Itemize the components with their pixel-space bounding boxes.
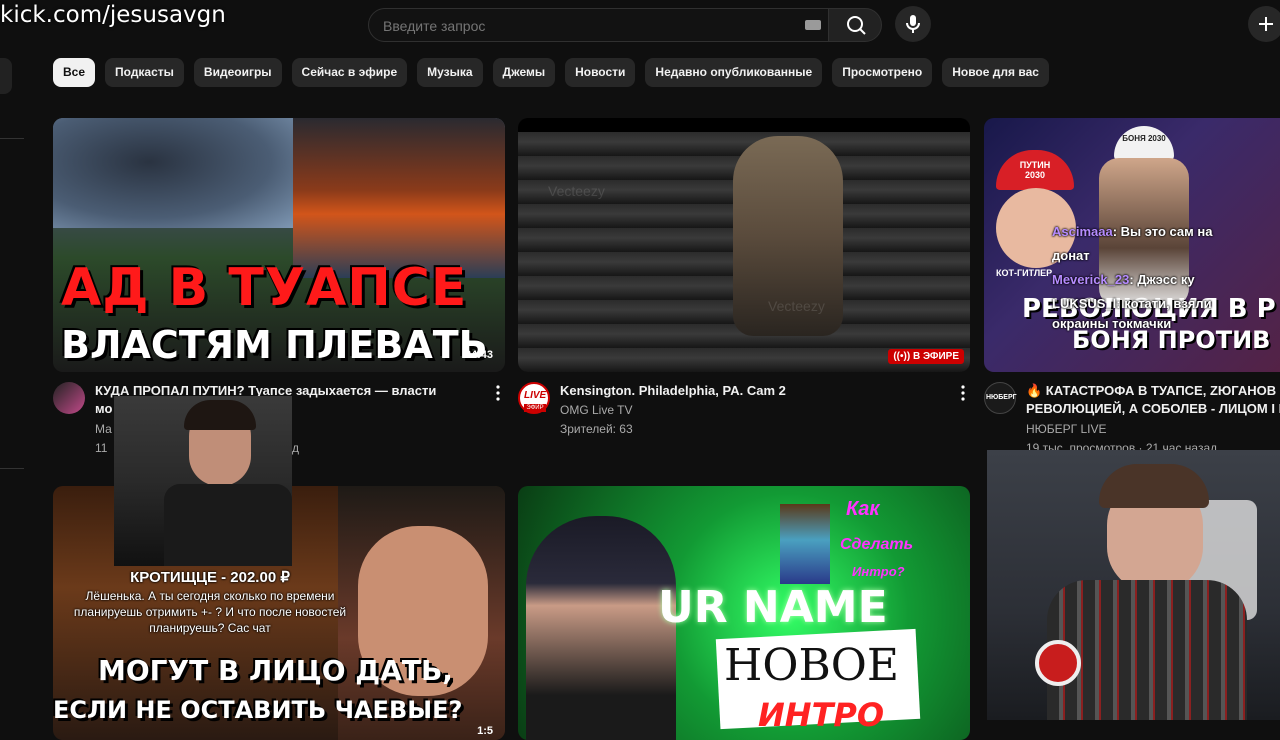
- video-thumbnail[interactable]: АД В ТУАПСЕ ВЛАСТЯМ ПЛЕВАТЬ 24:43: [53, 118, 505, 372]
- video-title[interactable]: 🔥 КАТАСТРОФА В ТУАПСЕ, ZЮГАНОВ П: [1026, 382, 1280, 400]
- chip-jams[interactable]: Джемы: [492, 58, 556, 87]
- live-broadcast-icon: ((•)): [893, 351, 913, 362]
- thumbnail-side-text: Сделать: [840, 536, 914, 553]
- thumbnail-title-line1: АД В ТУАПСЕ: [61, 258, 468, 318]
- video-title-line2[interactable]: РЕВОЛЮЦИЕЙ, А СОБОЛЕВ - ЛИЦОМ I М: [1026, 400, 1280, 418]
- more-options-icon[interactable]: [489, 384, 507, 402]
- avatar[interactable]: LIVE ЭФИР: [518, 382, 550, 414]
- chat-text: донат: [1052, 248, 1090, 263]
- keyboard-icon[interactable]: [805, 20, 821, 30]
- search-button[interactable]: [828, 8, 882, 42]
- chat-text: окраины токмачки: [1052, 316, 1172, 331]
- red-cap: ПУТИН 2030: [996, 150, 1074, 190]
- chat-text: : Джэсс ку: [1129, 272, 1195, 287]
- thumbnail-title-line2: НОВОЕ: [724, 640, 899, 691]
- channel-url-overlay: kick.com/jesusavgn: [0, 2, 226, 28]
- voice-search-button[interactable]: [895, 6, 931, 42]
- white-cap: БОНЯ 2030: [1114, 126, 1174, 160]
- thumbnail-tag: КОТ-ГИТЛЕР: [996, 268, 1053, 278]
- chat-message: донат: [1052, 244, 1212, 268]
- channel-name[interactable]: OMG Live TV: [560, 403, 632, 417]
- donation-title: КРОТИЩЦЕ - 202.00 ₽: [130, 569, 290, 586]
- cap2-text: БОНЯ 2030: [1122, 134, 1166, 143]
- chip-new-for-you[interactable]: Новое для вас: [942, 58, 1049, 87]
- chat-text: : котати, взяли: [1116, 296, 1212, 311]
- thumbnail-side-text: Интро?: [852, 564, 905, 579]
- smoke-image: [53, 118, 293, 228]
- chip-videogames[interactable]: Видеоигры: [193, 58, 282, 87]
- chat-username: LUKSUS_l: [1052, 296, 1117, 311]
- thumbnail-title-line3: ИНТРО: [758, 696, 885, 734]
- duration-badge: 24:43: [464, 349, 493, 361]
- chat-message: Meverick_23: Джэсс ку: [1052, 268, 1212, 292]
- streamer-hair: [1099, 464, 1209, 508]
- stock-watermark: Vecteezy: [548, 183, 605, 199]
- minecraft-character: [780, 504, 830, 584]
- chat-message: LUKSUS_l: котати, взяли: [1052, 292, 1212, 316]
- channel-name[interactable]: Ма: [95, 422, 112, 436]
- video-thumbnail[interactable]: Vecteezy Vecteezy ((•)) В ЭФИРЕ: [518, 118, 970, 372]
- chip-music[interactable]: Музыка: [417, 58, 483, 87]
- search-input[interactable]: [381, 15, 785, 37]
- more-options-icon[interactable]: [954, 384, 972, 402]
- video-thumbnail[interactable]: Как Сделать Интро? UR NAME НОВОЕ ИНТРО: [518, 486, 970, 740]
- stock-watermark: Vecteezy: [768, 298, 825, 314]
- chip-news[interactable]: Новости: [565, 58, 636, 87]
- chip-watched[interactable]: Просмотрено: [832, 58, 933, 87]
- streamer-webcam: [114, 396, 292, 566]
- streamer-hair: [184, 400, 256, 430]
- plus-icon: [1259, 17, 1273, 31]
- streamer-shirt: [164, 484, 292, 566]
- video-title-line2[interactable]: мо: [95, 400, 112, 418]
- thumbnail-title-line1: UR NAME: [658, 582, 888, 633]
- streamer-webcam: [987, 450, 1280, 720]
- avatar-live-text: LIVE: [524, 390, 547, 401]
- filter-chips: Все Подкасты Видеоигры Сейчас в эфире Му…: [53, 58, 1049, 87]
- avatar[interactable]: [53, 382, 85, 414]
- viewer-count: Зрителей: 63: [560, 422, 633, 436]
- sidebar-divider: [0, 468, 24, 469]
- search-icon: [847, 16, 866, 35]
- channel-name[interactable]: НЮБЕРГ LIVE: [1026, 422, 1107, 436]
- create-button[interactable]: [1248, 6, 1280, 42]
- chat-message: Ascimaaa: Вы это сам на: [1052, 220, 1212, 244]
- chip-all[interactable]: Все: [53, 58, 96, 87]
- search-box: [368, 8, 830, 42]
- chat-overlay: Ascimaaa: Вы это сам на донат Meverick_2…: [1052, 220, 1212, 332]
- donation-message: Лёшенька. А ты сегодня сколько по времен…: [73, 589, 347, 635]
- cap-text: ПУТИН 2030: [1019, 160, 1051, 180]
- person-with-headphones: [526, 516, 676, 740]
- video-meta-tail: д: [292, 441, 300, 455]
- chat-username: Ascimaaa: [1052, 224, 1113, 239]
- thumbnail-side-text: Как: [846, 498, 880, 520]
- chip-podcasts[interactable]: Подкасты: [105, 58, 184, 87]
- thumbnail-title-line2: ВЛАСТЯМ ПЛЕВАТЬ: [61, 323, 488, 367]
- chat-username: Meverick_23: [1052, 272, 1130, 287]
- chat-message: окраины токмачки: [1052, 316, 1212, 332]
- duration-badge: 1:5: [477, 725, 493, 737]
- microphone-icon: [906, 15, 920, 33]
- video-title[interactable]: Kensington. Philadelphia, PA. Cam 2: [560, 382, 786, 400]
- avatar-text: НЮБЕРГ: [986, 394, 1017, 401]
- avatar[interactable]: НЮБЕРГ: [984, 382, 1017, 414]
- avatar-efir-text: ЭФИР: [524, 404, 546, 412]
- live-badge: ((•)) В ЭФИРЕ: [888, 349, 964, 364]
- sidebar-divider: [0, 138, 24, 139]
- chat-text: : Вы это сам на: [1112, 224, 1213, 239]
- sidebar-edge[interactable]: [0, 58, 12, 94]
- donation-alert: КРОТИЩЦЕ - 202.00 ₽ Лёшенька. А ты сегод…: [60, 568, 360, 636]
- live-badge-label: В ЭФИРЕ: [912, 351, 959, 362]
- fire-image: [293, 118, 505, 278]
- thumbnail-title-line1: МОГУТ В ЛИЦО ДАТЬ,: [98, 654, 453, 687]
- chip-live-now[interactable]: Сейчас в эфире: [291, 58, 408, 87]
- microphone-icon: [1035, 640, 1081, 686]
- video-meta: 11: [95, 441, 108, 455]
- chip-recently-uploaded[interactable]: Недавно опубликованные: [645, 58, 823, 87]
